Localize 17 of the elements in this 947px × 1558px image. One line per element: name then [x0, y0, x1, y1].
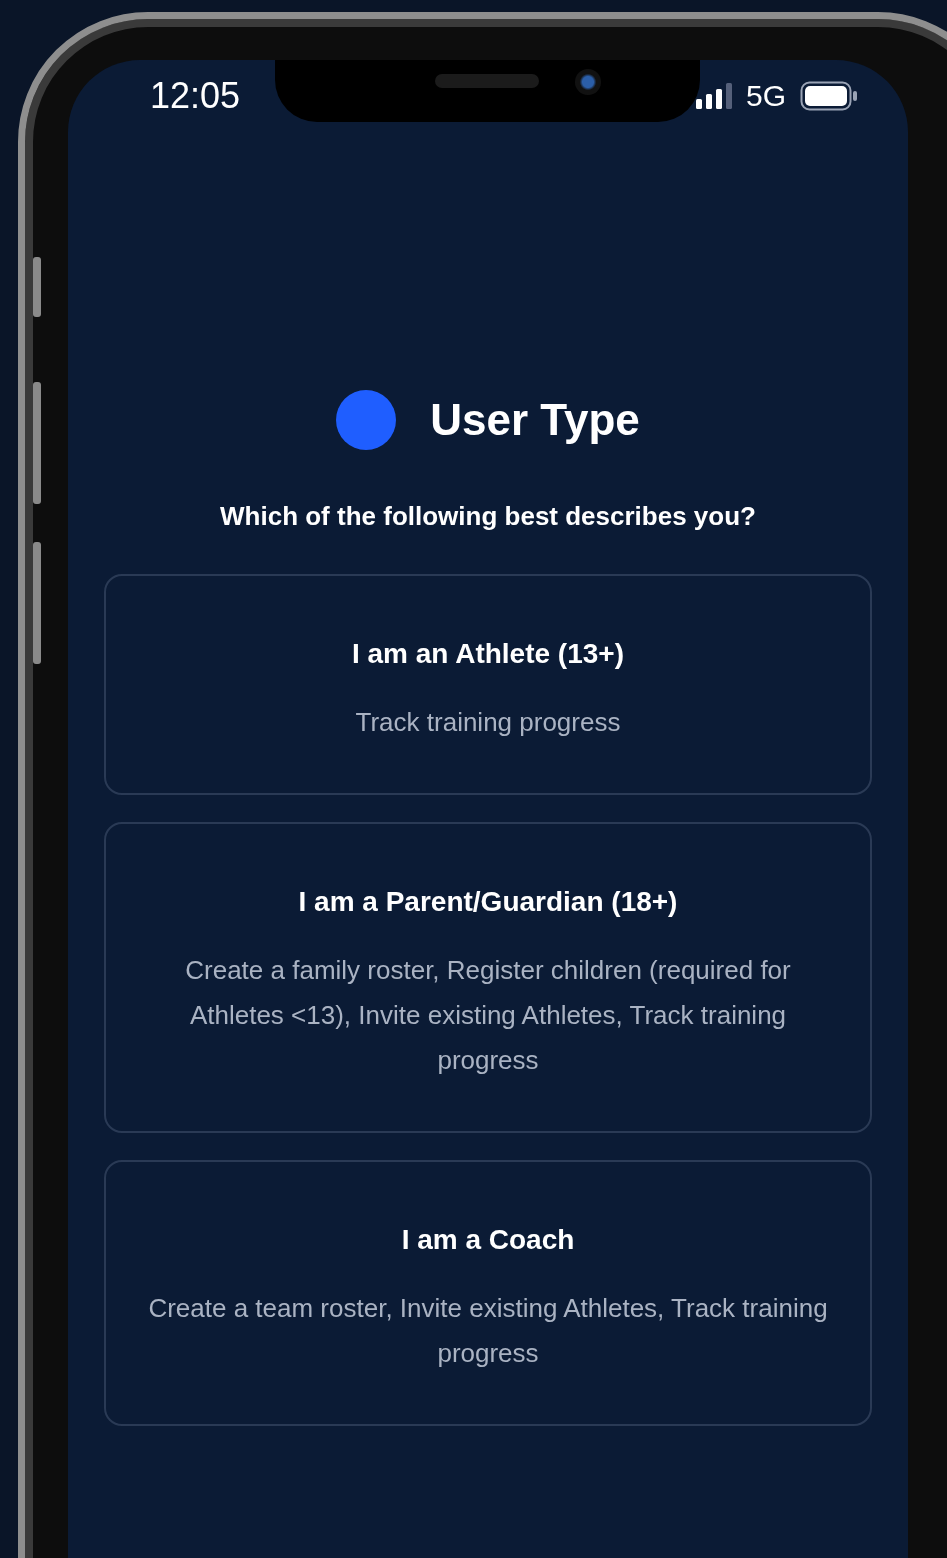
status-time: 12:05 — [150, 75, 241, 117]
option-title: I am a Coach — [401, 1223, 575, 1257]
page-subtitle: Which of the following best describes you? — [220, 500, 756, 532]
option-description: Track training progress — [355, 706, 621, 739]
camera-lens — [575, 69, 601, 95]
option-title: I am a Parent/Guardian (18+) — [298, 885, 678, 919]
network-label: 5G — [745, 79, 786, 113]
user-type-option[interactable]: I am a Parent/Guardian (18+) Create a family roster, Register children (required for Athletes <13), Invite existing Athletes, Track training progress — [104, 822, 872, 1133]
option-description: Create a family roster, Register children (required for Athletes <13), Invite existing Athletes, Track training progress — [184, 954, 792, 1077]
option-title: I am an Athlete (13+) — [351, 637, 624, 671]
signal-icon — [695, 83, 732, 109]
logo-icon — [336, 390, 397, 450]
page-title: User Type — [430, 395, 640, 445]
option-description: Create a team roster, Invite existing Athletes, Track training progress — [147, 1292, 829, 1370]
user-type-option[interactable]: I am an Athlete (13+) Track training progress — [104, 574, 872, 795]
battery-icon — [800, 81, 858, 111]
user-type-option[interactable]: I am a Coach Create a team roster, Invite existing Athletes, Track training progress — [104, 1160, 872, 1426]
